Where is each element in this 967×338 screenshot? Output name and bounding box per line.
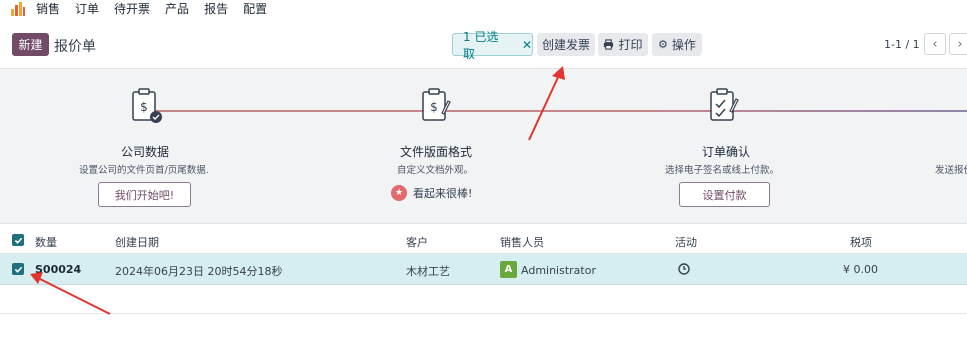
check-icon <box>14 237 22 244</box>
actions-button[interactable]: ⚙ 操作 <box>652 33 702 56</box>
step-order-title: 订单确认 <box>702 145 751 159</box>
document-layout-icon: $ <box>422 88 451 121</box>
step-order-desc: 选择电子签名或线上付款。 <box>665 165 780 176</box>
create-invoice-button[interactable]: 创建发票 <box>537 33 595 56</box>
company-start-button[interactable]: 我们开始吧! <box>98 182 191 207</box>
step-send-desc: 发送报价 <box>935 165 967 176</box>
row-created: 2024年06月23日 20时54分18秒 <box>115 265 283 278</box>
app-logo-icon[interactable] <box>10 1 26 17</box>
svg-text:$: $ <box>430 100 438 114</box>
clock-icon[interactable] <box>678 263 690 275</box>
step-layout-title: 文件版面格式 <box>400 145 473 159</box>
onboarding-panel: $ 公司数据 设置公司的文件页首/页尾数据. 我们开始吧! $ 文件版面格式 自… <box>0 68 967 224</box>
avatar: A <box>500 261 517 278</box>
gear-icon: ⚙ <box>658 38 668 51</box>
column-customer[interactable]: 客户 <box>406 234 428 250</box>
actions-label: 操作 <box>671 38 696 52</box>
new-button[interactable]: 新建 <box>12 33 49 56</box>
column-created[interactable]: 创建日期 <box>115 234 159 250</box>
column-tax[interactable]: 税项 <box>850 234 872 250</box>
column-salesperson[interactable]: 销售人员 <box>500 234 544 250</box>
selection-badge: 1 已选取 ✕ <box>452 30 533 61</box>
print-button[interactable]: 打印 <box>598 33 648 56</box>
step-layout-done: ★ 看起来很棒! <box>391 185 472 201</box>
company-data-icon: $ <box>132 88 162 123</box>
row-tax: ¥ 0.00 <box>843 263 878 276</box>
step-company-title: 公司数据 <box>121 145 170 159</box>
empty-row <box>0 285 967 314</box>
column-number[interactable]: 数量 <box>35 234 57 250</box>
pager-value[interactable]: 1-1 / 1 <box>884 38 920 51</box>
setup-payment-button[interactable]: 设置付款 <box>679 182 770 207</box>
pager-next-button[interactable]: › <box>949 33 967 55</box>
row-number: S00024 <box>35 263 82 276</box>
star-icon: ★ <box>391 185 407 201</box>
step-company-desc: 设置公司的文件页首/页尾数据. <box>79 165 209 176</box>
column-activity[interactable]: 活动 <box>675 234 697 250</box>
chevron-right-icon: › <box>957 36 963 52</box>
row-customer: 木材工艺 <box>406 265 450 278</box>
menu-reporting[interactable]: 报告 <box>204 2 228 16</box>
main-menu: 销售 订单 待开票 产品 报告 配置 <box>36 2 267 16</box>
list-header: 数量 创建日期 客户 销售人员 活动 税项 <box>0 226 967 254</box>
page-title: 报价单 <box>54 39 96 55</box>
menu-configuration[interactable]: 配置 <box>243 2 267 16</box>
order-confirm-icon <box>710 88 739 121</box>
check-icon <box>14 266 22 273</box>
top-navbar: 销售 订单 待开票 产品 报告 配置 <box>0 0 967 20</box>
svg-text:$: $ <box>140 100 148 114</box>
print-label: 打印 <box>618 38 643 52</box>
selection-count: 1 已选取 <box>463 29 499 61</box>
menu-products[interactable]: 产品 <box>165 2 189 16</box>
printer-icon <box>604 39 614 50</box>
create-invoice-label: 创建发票 <box>541 38 590 52</box>
menu-to-invoice[interactable]: 待开票 <box>114 2 150 16</box>
onboarding-progress-line <box>149 110 967 112</box>
step-layout-desc: 自定义文档外观。 <box>397 165 474 176</box>
table-row[interactable]: S00024 2024年06月23日 20时54分18秒 木材工艺 A Admi… <box>0 254 967 285</box>
row-salesperson: Administrator <box>521 264 596 277</box>
row-checkbox[interactable] <box>12 263 24 275</box>
step-layout-done-text: 看起来很棒! <box>413 187 473 200</box>
pager-previous-button[interactable]: ‹ <box>924 33 946 55</box>
select-all-checkbox[interactable] <box>12 234 24 246</box>
menu-orders[interactable]: 订单 <box>75 2 99 16</box>
chevron-left-icon: ‹ <box>932 36 938 52</box>
clear-selection-icon[interactable]: ✕ <box>522 38 532 52</box>
menu-sales[interactable]: 销售 <box>36 2 60 16</box>
